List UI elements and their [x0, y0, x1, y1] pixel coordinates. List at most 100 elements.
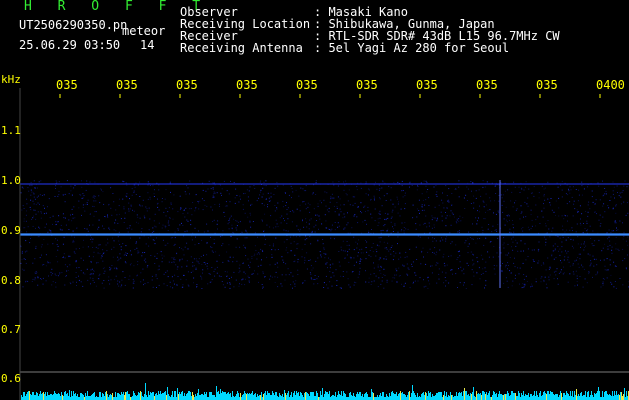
noise-dot: [286, 213, 288, 215]
time-tick-label: 035: [236, 78, 258, 92]
noise-dot: [483, 244, 485, 246]
noise-dot: [90, 283, 91, 285]
noise-dot: [157, 206, 159, 208]
noise-dot: [610, 196, 612, 198]
noise-dot: [521, 228, 523, 230]
noise-dot: [119, 281, 121, 283]
noise-dot: [195, 208, 197, 210]
noise-dot: [559, 237, 561, 239]
noise-dot: [533, 261, 535, 262]
power-bar: [154, 396, 155, 400]
noise-dot: [229, 283, 231, 285]
noise-dot: [375, 255, 377, 257]
power-bar: [507, 391, 508, 400]
noise-dot: [476, 231, 478, 232]
noise-dot: [473, 202, 475, 204]
noise-dot: [369, 250, 371, 251]
noise-dot: [261, 249, 263, 251]
noise-dot: [581, 264, 582, 266]
noise-dot: [318, 228, 319, 230]
noise-dot: [120, 246, 122, 248]
noise-dot: [290, 272, 292, 274]
noise-dot: [60, 229, 62, 231]
noise-dot: [277, 202, 279, 204]
noise-dot: [395, 252, 397, 254]
noise-dot: [280, 283, 282, 285]
noise-dot: [540, 264, 542, 266]
power-bar: [577, 396, 578, 400]
noise-dot: [440, 211, 442, 213]
noise-dot: [365, 281, 367, 283]
noise-dot: [40, 217, 42, 219]
noise-dot: [292, 275, 294, 277]
power-bar: [500, 394, 501, 400]
noise-dot: [503, 247, 505, 249]
noise-dot: [467, 245, 469, 247]
noise-dot: [353, 215, 355, 217]
noise-dot: [323, 248, 325, 250]
noise-dot: [354, 214, 356, 216]
noise-dot: [142, 252, 144, 254]
noise-dot: [56, 181, 58, 183]
noise-dot: [394, 223, 396, 225]
noise-dot: [183, 274, 185, 276]
noise-dot: [190, 256, 192, 258]
noise-dot: [518, 273, 520, 275]
noise-dot: [169, 286, 171, 288]
noise-dot: [239, 270, 241, 272]
noise-dot: [290, 284, 292, 286]
noise-dot: [362, 221, 364, 223]
noise-dot: [588, 271, 590, 273]
noise-dot: [101, 282, 103, 284]
noise-dot: [181, 266, 183, 268]
noise-dot: [107, 238, 108, 240]
noise-dot: [92, 279, 94, 281]
power-bar: [134, 393, 135, 400]
noise-dot: [614, 197, 615, 199]
noise-dot: [620, 196, 622, 198]
noise-dot: [137, 184, 139, 186]
noise-dot: [582, 286, 584, 288]
noise-dot: [494, 185, 496, 187]
power-bar: [464, 388, 465, 400]
noise-dot: [604, 243, 606, 245]
noise-dot: [26, 231, 28, 233]
noise-dot: [384, 274, 386, 276]
noise-dot: [600, 286, 602, 288]
noise-dot: [34, 209, 36, 211]
power-bar: [568, 394, 569, 400]
noise-dot: [527, 197, 529, 199]
noise-dot: [562, 229, 564, 231]
noise-dot: [39, 257, 41, 259]
noise-dot: [210, 188, 212, 190]
power-bar: [263, 394, 264, 400]
noise-dot: [354, 281, 355, 283]
noise-dot: [235, 220, 237, 222]
power-bar: [479, 394, 480, 400]
noise-dot: [509, 257, 511, 258]
power-bar: [51, 394, 52, 400]
noise-dot: [259, 194, 260, 196]
noise-dot: [225, 201, 227, 203]
noise-dot: [458, 220, 460, 222]
power-bar: [235, 396, 236, 400]
noise-dot: [136, 274, 138, 276]
noise-dot: [501, 270, 503, 272]
noise-dot: [333, 184, 335, 186]
noise-dot: [561, 180, 563, 182]
noise-dot: [584, 228, 586, 230]
noise-dot: [357, 206, 359, 208]
noise-dot: [107, 242, 109, 244]
noise-dot: [231, 227, 233, 229]
noise-dot: [387, 242, 389, 244]
noise-dot: [435, 240, 437, 242]
power-bar: [340, 395, 341, 400]
noise-dot: [187, 220, 189, 222]
noise-dot: [197, 230, 199, 232]
power-bar: [37, 393, 38, 400]
noise-dot: [253, 255, 255, 257]
noise-dot: [183, 210, 185, 211]
noise-dot: [537, 262, 539, 264]
noise-dot: [52, 223, 53, 225]
noise-dot: [133, 191, 135, 193]
